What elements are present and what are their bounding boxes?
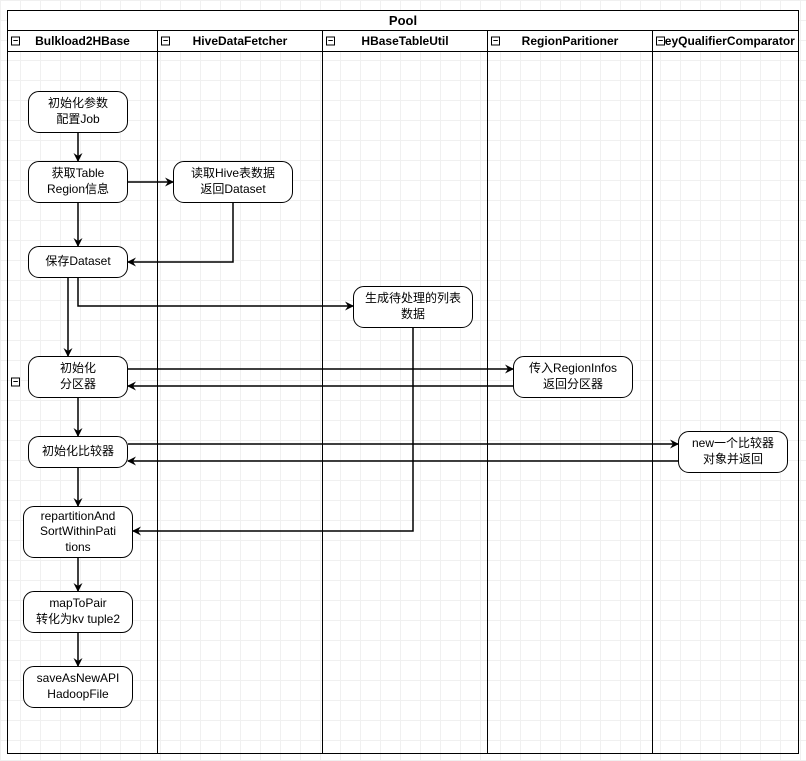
node-read-hive[interactable]: 读取Hive表数据返回Dataset xyxy=(173,161,293,203)
node-label: 生成待处理的列表数据 xyxy=(365,291,461,322)
node-label: 保存Dataset xyxy=(45,254,110,270)
node-repartition-sort[interactable]: repartitionAndSortWithinPatitions xyxy=(23,506,133,558)
lane-header: − HBaseTableUtil xyxy=(323,31,487,52)
node-label: 初始化参数配置Job xyxy=(48,96,108,127)
collapse-icon[interactable]: − xyxy=(326,37,335,46)
pool-title-text: Pool xyxy=(389,13,417,28)
collapse-icon[interactable]: − xyxy=(11,37,20,46)
lanes-row: − Bulkload2HBase − HiveDataFetcher − HBa… xyxy=(8,31,798,753)
node-label: 传入RegionInfos返回分区器 xyxy=(529,361,617,392)
lane-title: RegionParitioner xyxy=(522,34,619,48)
node-label: repartitionAndSortWithinPatitions xyxy=(40,509,116,556)
node-init-comparator[interactable]: 初始化比较器 xyxy=(28,436,128,468)
node-get-table-region[interactable]: 获取TableRegion信息 xyxy=(28,161,128,203)
lane-header: − RegionParitioner xyxy=(488,31,652,52)
lane-hivedatafetcher: − HiveDataFetcher xyxy=(158,31,323,753)
node-label: 初始化比较器 xyxy=(42,444,114,460)
node-init-partitioner[interactable]: 初始化分区器 xyxy=(28,356,128,398)
lane-keyqualifiercomparator: − KeyQualifierComparator xyxy=(653,31,799,753)
node-label: 获取TableRegion信息 xyxy=(47,166,109,197)
lane-hbasetableutil: − HBaseTableUtil xyxy=(323,31,488,753)
lane-title: HBaseTableUtil xyxy=(361,34,448,48)
lane-title: Bulkload2HBase xyxy=(35,34,130,48)
lane-title: HiveDataFetcher xyxy=(193,34,288,48)
lane-header: − Bulkload2HBase xyxy=(8,31,157,52)
pool-container: − Pool − Bulkload2HBase − HiveDataFetche… xyxy=(7,10,799,754)
node-label: mapToPair转化为kv tuple2 xyxy=(36,596,120,627)
lane-title: KeyQualifierComparator xyxy=(656,34,795,48)
lane-header: − KeyQualifierComparator xyxy=(653,31,798,52)
node-gen-pending-list[interactable]: 生成待处理的列表数据 xyxy=(353,286,473,328)
node-save-dataset[interactable]: 保存Dataset xyxy=(28,246,128,278)
node-init-params[interactable]: 初始化参数配置Job xyxy=(28,91,128,133)
node-new-comparator[interactable]: new一个比较器对象并返回 xyxy=(678,431,788,473)
node-pass-regioninfos[interactable]: 传入RegionInfos返回分区器 xyxy=(513,356,633,398)
pool-title: − Pool xyxy=(8,11,798,31)
node-label: 初始化分区器 xyxy=(60,361,96,392)
lane-header: − HiveDataFetcher xyxy=(158,31,322,52)
node-label: new一个比较器对象并返回 xyxy=(692,436,774,467)
node-maptopair[interactable]: mapToPair转化为kv tuple2 xyxy=(23,591,133,633)
collapse-icon[interactable]: − xyxy=(491,37,500,46)
node-label: saveAsNewAPIHadoopFile xyxy=(37,671,120,702)
node-label: 读取Hive表数据返回Dataset xyxy=(191,166,275,197)
collapse-icon[interactable]: − xyxy=(161,37,170,46)
collapse-icon[interactable]: − xyxy=(656,37,665,46)
node-save-hadoopfile[interactable]: saveAsNewAPIHadoopFile xyxy=(23,666,133,708)
